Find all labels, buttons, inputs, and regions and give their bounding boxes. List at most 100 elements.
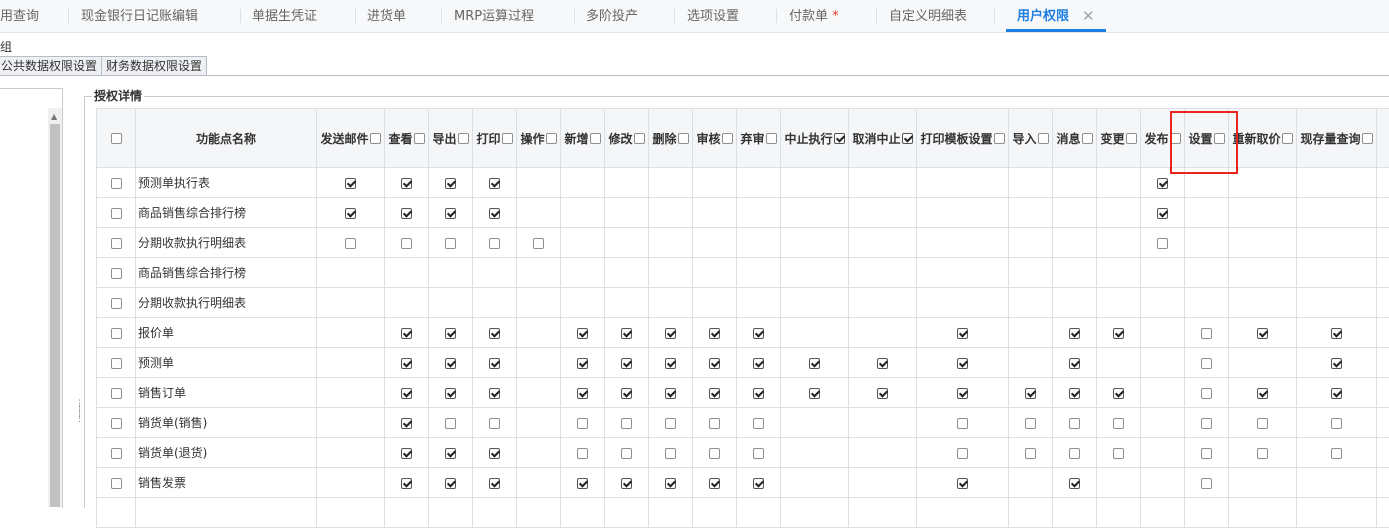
permission-checkbox[interactable] bbox=[753, 328, 764, 339]
permission-checkbox[interactable] bbox=[1025, 418, 1036, 429]
permission-checkbox[interactable] bbox=[709, 388, 720, 399]
permission-checkbox[interactable] bbox=[877, 358, 888, 369]
permission-checkbox[interactable] bbox=[401, 418, 412, 429]
permission-checkbox[interactable] bbox=[445, 388, 456, 399]
permission-checkbox[interactable] bbox=[577, 418, 588, 429]
permission-checkbox[interactable] bbox=[621, 418, 632, 429]
permission-checkbox[interactable] bbox=[809, 358, 820, 369]
permission-checkbox[interactable] bbox=[1201, 388, 1212, 399]
permission-checkbox[interactable] bbox=[957, 418, 968, 429]
subtab-public-data[interactable]: 公共数据权限设置 bbox=[0, 56, 102, 75]
permission-checkbox[interactable] bbox=[1113, 448, 1124, 459]
column-select-checkbox[interactable] bbox=[414, 133, 425, 144]
permission-checkbox[interactable] bbox=[1113, 388, 1124, 399]
permission-checkbox[interactable] bbox=[401, 208, 412, 219]
permission-checkbox[interactable] bbox=[1069, 478, 1080, 489]
permission-checkbox[interactable] bbox=[1257, 448, 1268, 459]
permission-checkbox[interactable] bbox=[957, 388, 968, 399]
permission-checkbox[interactable] bbox=[665, 478, 676, 489]
column-select-checkbox[interactable] bbox=[370, 133, 381, 144]
permission-checkbox[interactable] bbox=[621, 388, 632, 399]
permission-checkbox[interactable] bbox=[401, 358, 412, 369]
permission-checkbox[interactable] bbox=[665, 328, 676, 339]
row-select-checkbox[interactable] bbox=[111, 238, 122, 249]
left-scrollbar[interactable]: ▲ bbox=[48, 108, 62, 507]
permission-checkbox[interactable] bbox=[1331, 448, 1342, 459]
permission-checkbox[interactable] bbox=[489, 238, 500, 249]
column-select-checkbox[interactable] bbox=[678, 133, 689, 144]
permission-checkbox[interactable] bbox=[401, 178, 412, 189]
permission-checkbox[interactable] bbox=[1331, 418, 1342, 429]
permission-checkbox[interactable] bbox=[1025, 388, 1036, 399]
permission-checkbox[interactable] bbox=[1113, 418, 1124, 429]
permission-checkbox[interactable] bbox=[709, 328, 720, 339]
row-select-checkbox[interactable] bbox=[111, 388, 122, 399]
column-select-checkbox[interactable] bbox=[502, 133, 513, 144]
permission-checkbox[interactable] bbox=[445, 208, 456, 219]
permission-checkbox[interactable] bbox=[621, 358, 632, 369]
permission-checkbox[interactable] bbox=[753, 478, 764, 489]
permission-checkbox[interactable] bbox=[709, 358, 720, 369]
tab-2[interactable]: 单据生凭证 bbox=[252, 0, 317, 32]
permission-checkbox[interactable] bbox=[445, 448, 456, 459]
tab-0[interactable]: 用查询 bbox=[0, 0, 39, 32]
row-select-checkbox[interactable] bbox=[111, 418, 122, 429]
permission-checkbox[interactable] bbox=[1257, 418, 1268, 429]
permission-checkbox[interactable] bbox=[1069, 358, 1080, 369]
permission-checkbox[interactable] bbox=[957, 328, 968, 339]
permission-checkbox[interactable] bbox=[709, 448, 720, 459]
permission-checkbox[interactable] bbox=[489, 208, 500, 219]
scroll-up-icon[interactable]: ▲ bbox=[51, 112, 57, 121]
permission-checkbox[interactable] bbox=[1069, 388, 1080, 399]
column-select-checkbox[interactable] bbox=[902, 133, 913, 144]
column-select-checkbox[interactable] bbox=[634, 133, 645, 144]
column-select-checkbox[interactable] bbox=[994, 133, 1005, 144]
column-select-checkbox[interactable] bbox=[546, 133, 557, 144]
permission-checkbox[interactable] bbox=[401, 328, 412, 339]
permission-checkbox[interactable] bbox=[1025, 448, 1036, 459]
row-select-checkbox[interactable] bbox=[111, 328, 122, 339]
permission-checkbox[interactable] bbox=[489, 178, 500, 189]
close-icon[interactable]: ✕ bbox=[1082, 8, 1095, 24]
select-all-checkbox[interactable] bbox=[111, 133, 122, 144]
permission-checkbox[interactable] bbox=[1069, 418, 1080, 429]
tab-8[interactable]: 自定义明细表 bbox=[889, 0, 967, 32]
permission-checkbox[interactable] bbox=[401, 478, 412, 489]
permission-checkbox[interactable] bbox=[445, 418, 456, 429]
permission-checkbox[interactable] bbox=[665, 448, 676, 459]
permission-checkbox[interactable] bbox=[1331, 328, 1342, 339]
permission-checkbox[interactable] bbox=[489, 388, 500, 399]
permission-checkbox[interactable] bbox=[445, 478, 456, 489]
permission-checkbox[interactable] bbox=[533, 238, 544, 249]
column-select-checkbox[interactable] bbox=[1282, 133, 1293, 144]
tab-1[interactable]: 现金银行日记账编辑 bbox=[81, 0, 198, 32]
row-select-checkbox[interactable] bbox=[111, 298, 122, 309]
column-select-checkbox[interactable] bbox=[1082, 133, 1093, 144]
permission-checkbox[interactable] bbox=[753, 448, 764, 459]
permission-checkbox[interactable] bbox=[665, 358, 676, 369]
permission-checkbox[interactable] bbox=[1331, 388, 1342, 399]
permission-checkbox[interactable] bbox=[577, 388, 588, 399]
tab-6[interactable]: 选项设置 bbox=[687, 0, 739, 32]
tab-user-permissions[interactable]: 用户权限 bbox=[1017, 0, 1069, 32]
permission-checkbox[interactable] bbox=[1157, 208, 1168, 219]
permission-checkbox[interactable] bbox=[345, 178, 356, 189]
permission-checkbox[interactable] bbox=[1069, 448, 1080, 459]
column-select-checkbox[interactable] bbox=[590, 133, 601, 144]
column-select-checkbox[interactable] bbox=[766, 133, 777, 144]
permission-checkbox[interactable] bbox=[1201, 328, 1212, 339]
row-select-checkbox[interactable] bbox=[111, 268, 122, 279]
permission-checkbox[interactable] bbox=[665, 418, 676, 429]
permission-checkbox[interactable] bbox=[445, 358, 456, 369]
permission-checkbox[interactable] bbox=[489, 358, 500, 369]
permission-checkbox[interactable] bbox=[445, 238, 456, 249]
permission-checkbox[interactable] bbox=[577, 358, 588, 369]
permission-checkbox[interactable] bbox=[1201, 358, 1212, 369]
tab-3[interactable]: 进货单 bbox=[367, 0, 406, 32]
permission-checkbox[interactable] bbox=[957, 478, 968, 489]
column-select-checkbox[interactable] bbox=[834, 133, 845, 144]
permission-checkbox[interactable] bbox=[1113, 328, 1124, 339]
permission-checkbox[interactable] bbox=[1257, 328, 1268, 339]
permission-checkbox[interactable] bbox=[753, 418, 764, 429]
row-select-checkbox[interactable] bbox=[111, 448, 122, 459]
